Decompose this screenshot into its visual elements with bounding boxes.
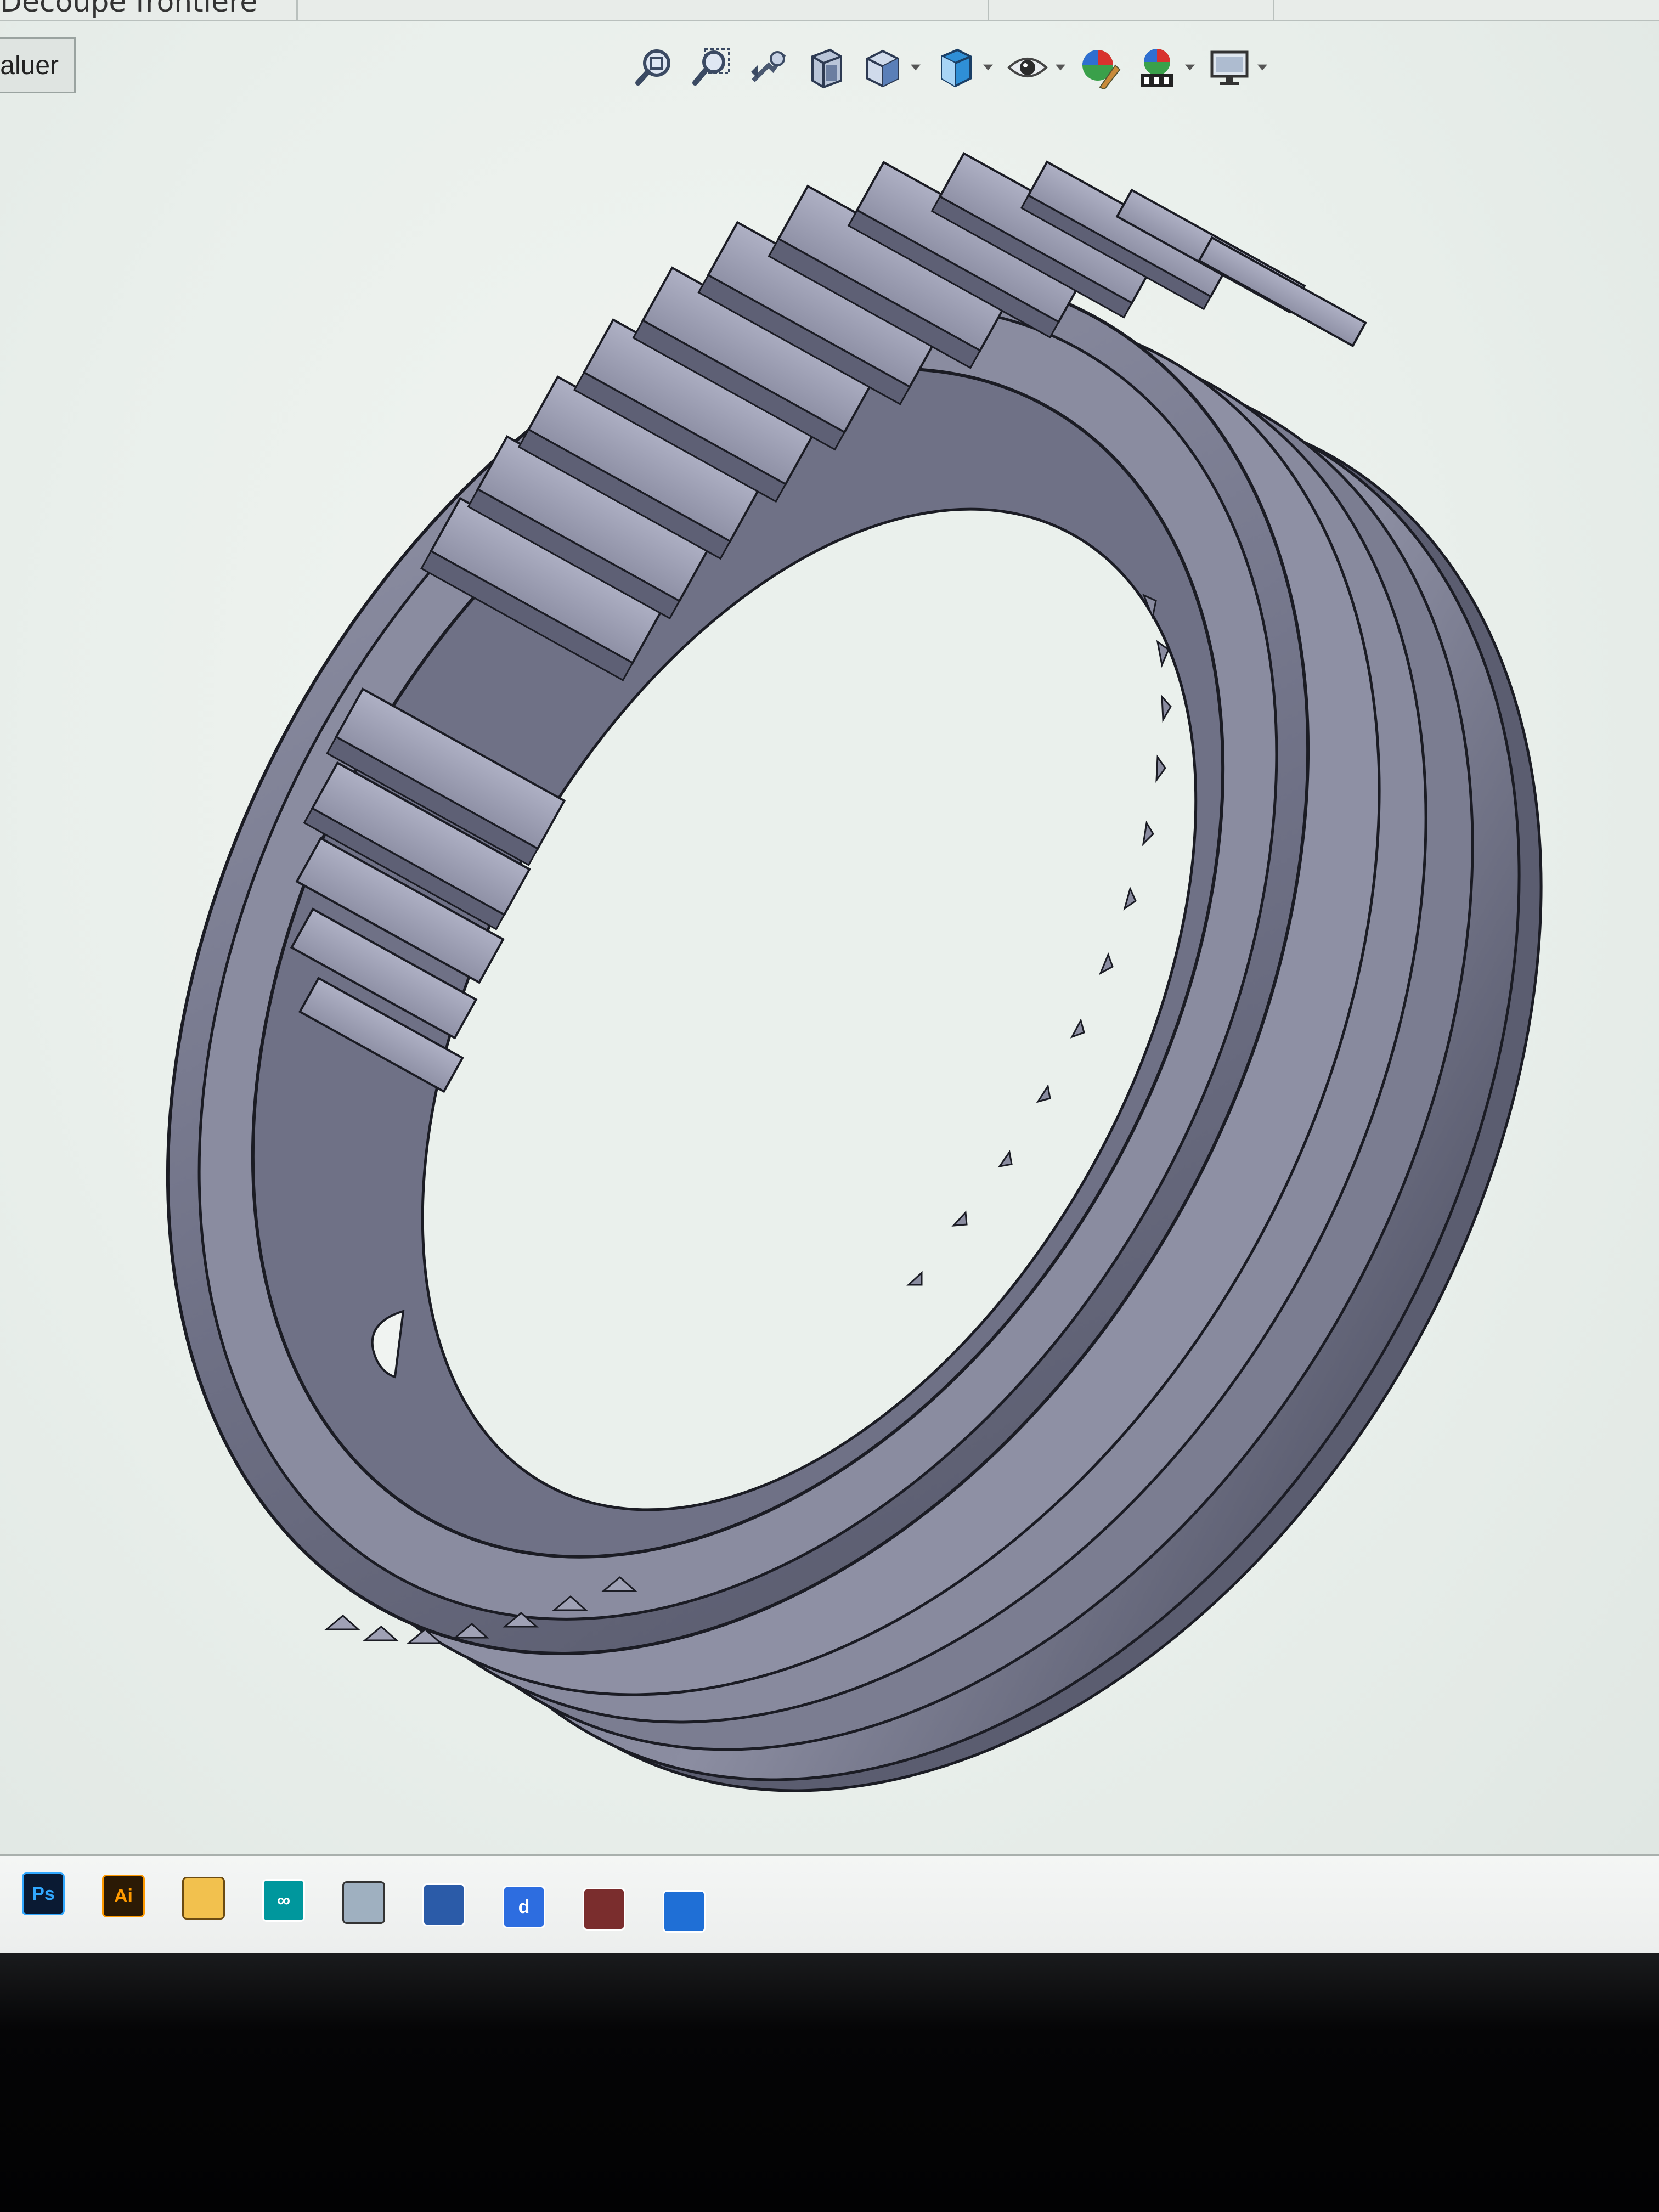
photoshop-label: Ps bbox=[32, 1883, 55, 1904]
arduino-label: ∞ bbox=[276, 1889, 291, 1911]
file-explorer-icon[interactable] bbox=[182, 1877, 225, 1920]
app-icon-8[interactable] bbox=[583, 1888, 625, 1931]
illustrator-icon[interactable]: Ai bbox=[102, 1875, 145, 1917]
arduino-icon[interactable]: ∞ bbox=[262, 1879, 305, 1922]
app-icon-5[interactable] bbox=[342, 1881, 385, 1924]
app-icon-6[interactable] bbox=[422, 1883, 465, 1926]
windows-taskbar: Ps Ai ∞ d bbox=[0, 1854, 1659, 1953]
cad-graphics-area[interactable]: Découpe frontière aluer Ps Ai ∞ d bbox=[0, 0, 1659, 1953]
photoshop-icon[interactable]: Ps bbox=[22, 1872, 65, 1915]
monitor-bezel bbox=[0, 1953, 1659, 2212]
app-icon-7[interactable]: d bbox=[503, 1886, 545, 1928]
app-7-label: d bbox=[518, 1896, 530, 1917]
app-icon-9[interactable] bbox=[663, 1890, 706, 1933]
gear-ring-model[interactable] bbox=[0, 0, 1659, 1953]
illustrator-label: Ai bbox=[114, 1885, 133, 1906]
